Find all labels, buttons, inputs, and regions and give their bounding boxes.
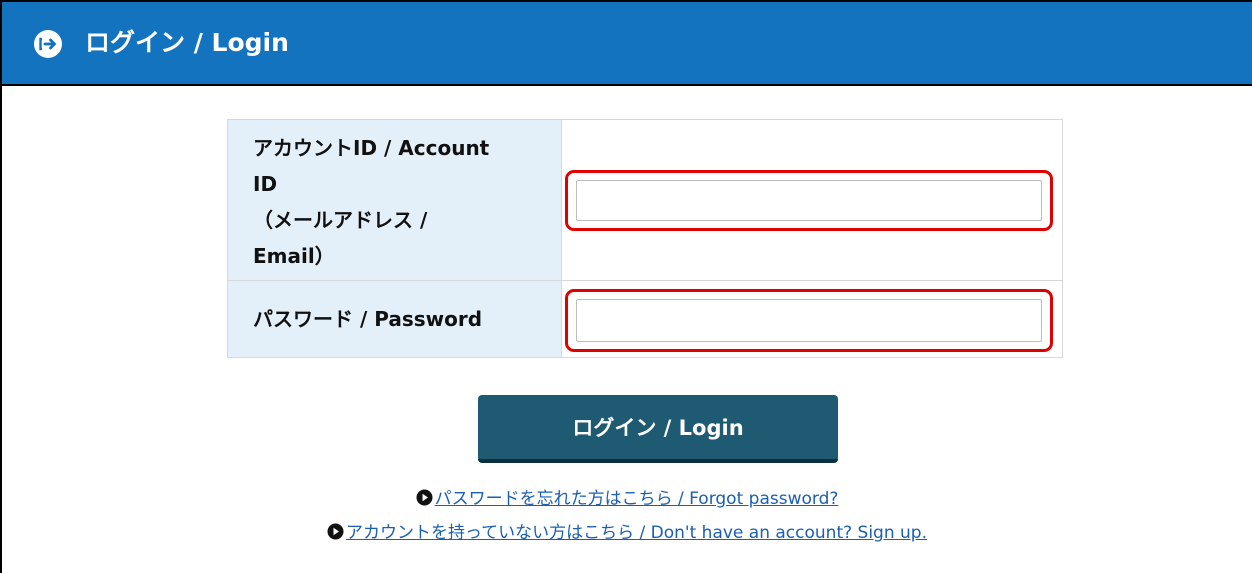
sign-up-link[interactable]: アカウントを持っていない方はこちら / Don't have an accoun… (346, 523, 927, 543)
login-button[interactable]: ログイン / Login (478, 395, 838, 463)
page-header: ログイン / Login (2, 0, 1252, 86)
password-label: パスワード / Password (253, 307, 483, 331)
login-arrow-circle-icon (34, 30, 62, 58)
password-input[interactable] (576, 299, 1042, 342)
password-highlight (565, 289, 1053, 352)
login-page: ログイン / Login アカウントID / Account ID （メールアド… (0, 0, 1252, 573)
sign-up-row: アカウントを持っていない方はこちら / Don't have an accoun… (2, 521, 1252, 545)
account-id-input[interactable] (576, 180, 1042, 221)
forgot-password-link[interactable]: パスワードを忘れた方はこちら / Forgot password? (435, 489, 839, 509)
page-title: ログイン / Login (85, 28, 289, 57)
password-label-cell: パスワード / Password (228, 281, 561, 357)
account-id-label: アカウントID / Account ID （メールアドレス / Email） (253, 136, 490, 268)
play-circle-icon (416, 489, 433, 506)
forgot-password-row: パスワードを忘れた方はこちら / Forgot password? (2, 487, 1252, 511)
play-circle-icon (327, 523, 344, 540)
account-id-highlight (565, 170, 1053, 231)
account-id-label-cell: アカウントID / Account ID （メールアドレス / Email） (228, 120, 561, 281)
